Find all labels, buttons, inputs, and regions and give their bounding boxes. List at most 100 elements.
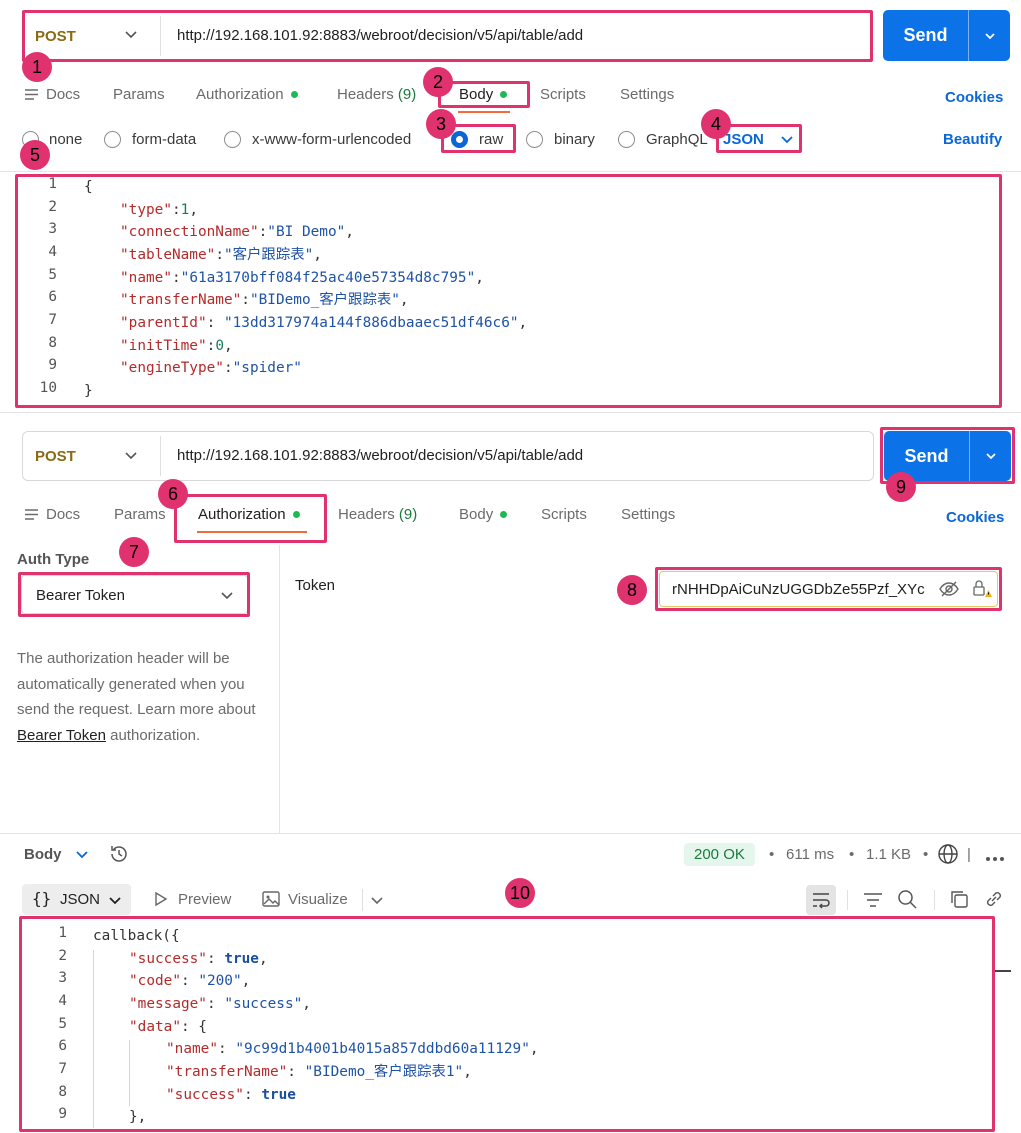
tab-scripts[interactable]: Scripts: [541, 506, 587, 523]
auth-type-select[interactable]: Bearer Token: [21, 575, 248, 614]
tab-authorization[interactable]: Authorization: [198, 506, 300, 523]
toolbar-divider: [362, 889, 363, 911]
json-key: "engineType": [120, 360, 224, 376]
link-icon[interactable]: [984, 889, 1004, 913]
docs-icon: [24, 88, 39, 105]
copy-icon[interactable]: [949, 889, 969, 913]
code-line: "success": true,: [129, 951, 268, 967]
tab-docs[interactable]: Docs: [46, 86, 80, 103]
tab-authorization-label: Authorization: [196, 86, 284, 103]
line-number: 1: [58, 925, 67, 941]
json-key: "message": [129, 996, 207, 1012]
beautify-button[interactable]: Beautify: [943, 131, 1002, 148]
code-line: "parentId": "13dd317974a144f886dbaaec51d…: [120, 315, 528, 331]
tab-docs[interactable]: Docs: [46, 506, 80, 523]
radio-graphql[interactable]: [618, 131, 635, 148]
more-icon[interactable]: [985, 850, 1005, 867]
status-dot: [500, 90, 508, 98]
tab-authorization-label: Authorization: [198, 506, 286, 523]
visualize-button[interactable]: Visualize: [288, 891, 348, 908]
code-line: "connectionName":"BI Demo",: [120, 224, 354, 240]
format-label: JSON: [723, 131, 764, 148]
tab-scripts[interactable]: Scripts: [540, 86, 586, 103]
method-select[interactable]: POST: [35, 28, 76, 45]
section-divider: [0, 412, 1021, 413]
line-number: 10: [39, 380, 57, 396]
tab-headers[interactable]: Headers (9): [338, 506, 417, 523]
scrollbar-mark[interactable]: [995, 970, 1011, 972]
history-icon[interactable]: [108, 843, 130, 869]
json-value: true: [224, 951, 259, 967]
method-select[interactable]: POST: [35, 448, 76, 465]
auth-type-label: Auth Type: [17, 551, 90, 568]
send-options-chevron-icon[interactable]: [969, 431, 1011, 481]
chevron-down-icon[interactable]: [124, 27, 138, 45]
globe-icon[interactable]: [937, 843, 959, 869]
tab-body[interactable]: Body: [459, 506, 508, 523]
json-key: "success": [166, 1087, 244, 1103]
radio-form-data[interactable]: [104, 131, 121, 148]
response-size: 1.1 KB: [866, 846, 912, 863]
tab-params[interactable]: Params: [114, 506, 166, 523]
status-dot: [500, 510, 508, 518]
json-value: "BI Demo": [267, 224, 346, 240]
play-icon: [154, 891, 168, 911]
radio-urlencoded[interactable]: [224, 131, 241, 148]
line-number: 2: [58, 948, 67, 964]
send-options-chevron-icon[interactable]: [968, 10, 1010, 61]
method-label: POST: [35, 448, 76, 465]
tab-settings[interactable]: Settings: [621, 506, 675, 523]
token-field[interactable]: rNHHDpAiCuNzUGGDbZe55Pzf_XYc: [659, 571, 998, 607]
line-number: 9: [58, 1106, 67, 1122]
search-icon[interactable]: [897, 889, 917, 913]
json-value: true: [261, 1087, 296, 1103]
radio-binary[interactable]: [526, 131, 543, 148]
url-input[interactable]: http://192.168.101.92:8883/webroot/decis…: [177, 27, 583, 44]
line-number: 3: [58, 970, 67, 986]
format-select[interactable]: {} JSON: [22, 884, 131, 915]
line-number: 4: [48, 244, 57, 260]
tab-headers[interactable]: Headers (9): [337, 86, 416, 103]
badge-1: 1: [22, 52, 52, 82]
tab-body[interactable]: Body: [459, 86, 508, 103]
format-label: JSON: [60, 891, 101, 908]
code-line: "engineType":"spider": [120, 360, 302, 376]
filter-icon[interactable]: [863, 891, 883, 913]
chevron-down-icon[interactable]: [370, 893, 384, 911]
eye-off-icon[interactable]: [939, 580, 959, 602]
radio-raw[interactable]: [451, 131, 468, 148]
json-key: "type": [120, 202, 172, 218]
lock-warning-icon[interactable]: [972, 579, 992, 603]
bullet: |: [967, 846, 971, 863]
tab-settings[interactable]: Settings: [620, 86, 674, 103]
format-select[interactable]: JSON: [723, 131, 764, 148]
send-button[interactable]: Send: [883, 10, 1010, 61]
code-line: "data": {: [129, 1019, 207, 1035]
chevron-down-icon[interactable]: [75, 847, 89, 865]
badge-2: 2: [423, 67, 453, 97]
tab-params[interactable]: Params: [113, 86, 165, 103]
code-line: "tableName":"客户跟踪表",: [120, 247, 322, 263]
token-input[interactable]: rNHHDpAiCuNzUGGDbZe55Pzf_XYc: [672, 581, 932, 598]
token-label: Token: [295, 577, 336, 594]
chevron-down-icon[interactable]: [124, 448, 138, 466]
wrap-toggle[interactable]: [806, 885, 836, 915]
url-input[interactable]: http://192.168.101.92:8883/webroot/decis…: [177, 447, 583, 464]
response-body-label[interactable]: Body: [24, 846, 62, 863]
send-label: Send: [903, 25, 948, 45]
json-value: "13dd317974a144f886dbaaec51df46c6": [223, 315, 519, 331]
line-number: 6: [58, 1038, 67, 1054]
tab-authorization[interactable]: Authorization: [196, 86, 298, 103]
bearer-token-link[interactable]: Bearer Token: [17, 727, 106, 744]
code-line: "transferName":"BIDemo_客户跟踪表",: [120, 292, 409, 308]
cookies-link[interactable]: Cookies: [945, 89, 1003, 106]
line-number: 7: [48, 312, 57, 328]
code-line: },: [129, 1109, 147, 1125]
radio-graphql-label: GraphQL: [646, 131, 708, 148]
chevron-down-icon[interactable]: [780, 132, 794, 150]
line-number: 5: [58, 1016, 67, 1032]
tab-headers-count: (9): [398, 506, 418, 523]
cookies-link[interactable]: Cookies: [946, 509, 1004, 526]
code-line: "type":1,: [120, 202, 198, 218]
preview-button[interactable]: Preview: [178, 891, 231, 908]
